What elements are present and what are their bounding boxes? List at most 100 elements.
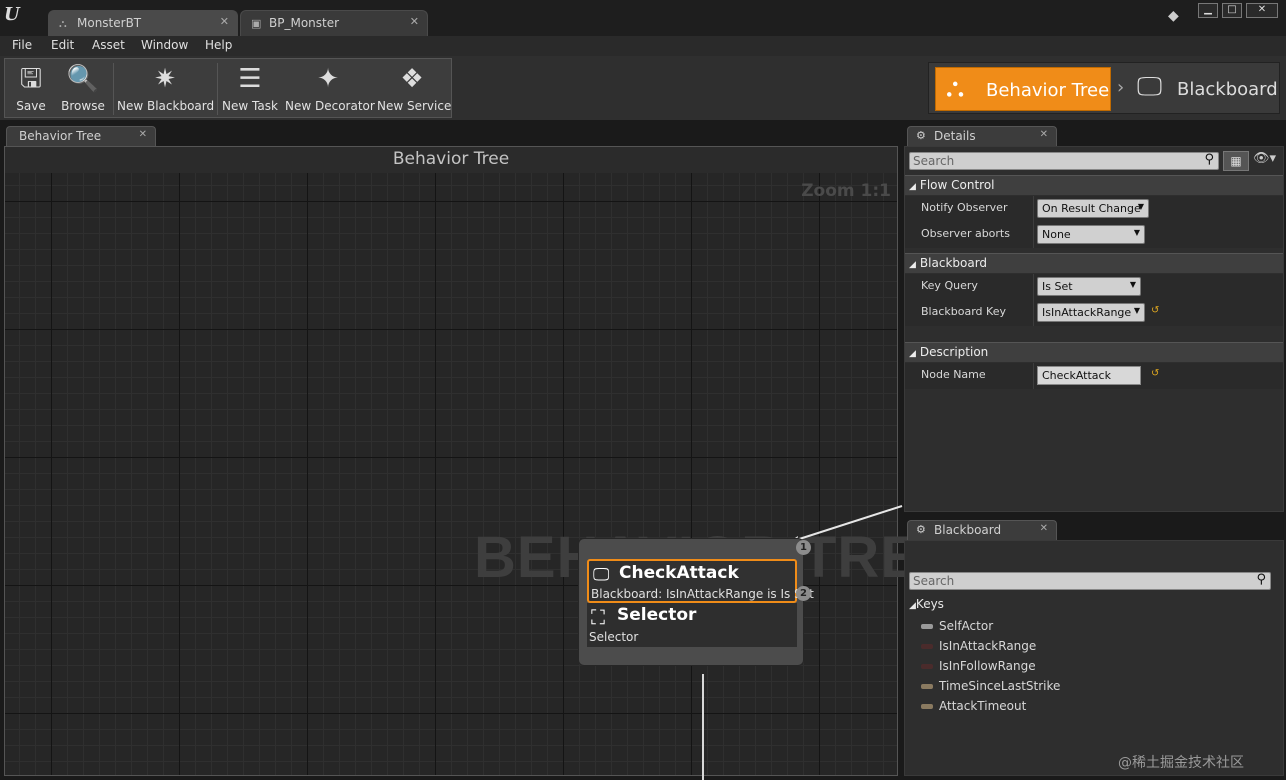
tab-blackboard[interactable]: ⚙ Blackboard ✕ [907, 520, 1057, 540]
graph-title: Behavior Tree [5, 147, 897, 173]
key-name: TimeSinceLastStrike [939, 679, 1061, 693]
close-icon[interactable]: ✕ [1040, 523, 1048, 534]
dropdown-value: On Result Change [1042, 202, 1141, 215]
dropdown-arrow-icon: ▼ [1133, 306, 1140, 315]
menu-window[interactable]: Window [141, 38, 188, 52]
key-name: IsInAttackRange [939, 639, 1037, 653]
property-label: Blackboard Key [921, 305, 1006, 318]
mode-behavior-tree-button[interactable]: ⛬ Behavior Tree [935, 67, 1111, 111]
behavior-tree-icon: ⛬ [946, 73, 965, 103]
close-window-button[interactable]: ✕ [1246, 3, 1278, 18]
property-divider [1033, 222, 1034, 248]
maximize-button[interactable]: □ [1222, 3, 1242, 18]
tab-details[interactable]: ⚙ Details ✕ [907, 126, 1057, 146]
node-name-input[interactable]: CheckAttack [1037, 366, 1141, 385]
property-label: Observer aborts [921, 227, 1010, 240]
search-icon: ⚲ [1256, 572, 1266, 587]
save-button[interactable]: 🖫 Save [9, 59, 53, 117]
property-label: Node Name [921, 368, 986, 381]
menu-bar: File Edit Asset Window Help [0, 36, 1286, 56]
notify-observer-dropdown[interactable]: On Result Change ▼ [1037, 199, 1149, 218]
menu-help[interactable]: Help [205, 38, 232, 52]
blackboard-key-item[interactable]: AttackTimeout [921, 699, 1026, 713]
document-tab-monsterbt[interactable]: ⛬ MonsterBT ✕ [48, 10, 238, 36]
details-search-input[interactable]: Search ⚲ [909, 152, 1219, 170]
magnifier-icon: 🔍 [66, 64, 100, 94]
decorator-monitor-icon: 🖵 [593, 565, 610, 585]
menu-asset[interactable]: Asset [92, 38, 125, 52]
category-blackboard[interactable]: ◢ Blackboard [905, 253, 1283, 273]
property-divider [1033, 300, 1034, 326]
category-flow-control[interactable]: ◢ Flow Control [905, 175, 1283, 195]
mode-blackboard-button[interactable]: 🖵 Blackboard [1133, 67, 1278, 111]
new-decorator-icon: ✦ [317, 64, 339, 94]
bool-key-icon [921, 644, 933, 649]
blackboard-key-dropdown[interactable]: IsInAttackRange ▼ [1037, 303, 1145, 322]
category-description[interactable]: ◢ Description [905, 342, 1283, 362]
tab-behavior-tree-graph[interactable]: Behavior Tree ✕ [6, 126, 156, 146]
new-service-icon: ❖ [400, 64, 424, 94]
blackboard-search-input[interactable]: Search ⚲ [909, 572, 1271, 590]
close-icon[interactable]: ✕ [139, 129, 147, 140]
new-decorator-button[interactable]: ✦ New Decorator [285, 59, 375, 117]
menu-file[interactable]: File [12, 38, 32, 52]
reset-to-default-icon[interactable]: ↺ [1151, 305, 1159, 316]
graph-canvas[interactable]: Zoom 1:1 [5, 173, 897, 775]
blackboard-key-item[interactable]: SelfActor [921, 619, 993, 633]
decorator-title: CheckAttack [619, 563, 739, 583]
composite-description: Selector [589, 630, 639, 644]
visibility-eye-icon[interactable]: 👁▾ [1253, 151, 1276, 166]
tab-label: BP_Monster [269, 16, 340, 30]
menu-edit[interactable]: Edit [51, 38, 74, 52]
property-label: Key Query [921, 279, 978, 292]
key-name: IsInFollowRange [939, 659, 1036, 673]
dropdown-value: IsInAttackRange [1042, 306, 1132, 319]
property-divider [1033, 363, 1034, 389]
graph-editor: Behavior Tree Zoom 1:1 [4, 146, 898, 776]
blackboard-key-item[interactable]: IsInAttackRange [921, 639, 1036, 653]
tab-label: Blackboard [934, 523, 1002, 537]
title-bar: U ⛬ MonsterBT ✕ ▣ BP_Monster ✕ ◆ ▁ □ ✕ [0, 0, 1286, 36]
execution-index-badge: 1 [796, 540, 811, 555]
tab-label: MonsterBT [77, 16, 142, 30]
document-tab-bp-monster[interactable]: ▣ BP_Monster ✕ [240, 10, 428, 36]
key-name: AttackTimeout [939, 699, 1027, 713]
chevron-right-icon: › [1117, 77, 1125, 98]
property-row-key-query: Key Query Is Set ▼ [905, 274, 1283, 300]
browse-button[interactable]: 🔍 Browse [59, 59, 107, 117]
property-divider [1033, 196, 1034, 222]
minimize-button[interactable]: ▁ [1198, 3, 1218, 18]
new-service-button[interactable]: ❖ New Service [377, 59, 451, 117]
decorator-check-attack[interactable]: 🖵 CheckAttack Blackboard: IsInAttackRang… [587, 559, 814, 603]
new-task-icon: ☰ [238, 64, 262, 94]
toolbar-separator [217, 63, 218, 115]
dropdown-arrow-icon: ▼ [1137, 202, 1144, 211]
property-matrix-button[interactable]: ▦ [1223, 151, 1249, 171]
close-icon[interactable]: ✕ [1040, 129, 1048, 140]
keys-category[interactable]: ◢Keys [909, 597, 944, 611]
reset-to-default-icon[interactable]: ↺ [1151, 368, 1159, 379]
observer-aborts-dropdown[interactable]: None ▼ [1037, 225, 1145, 244]
blackboard-key-item[interactable]: IsInFollowRange [921, 659, 1036, 673]
bt-node-selector[interactable]: 🖵 CheckAttack Blackboard: IsInAttackRang… [578, 538, 814, 666]
search-placeholder: Search [913, 574, 955, 588]
close-icon[interactable]: ✕ [220, 15, 229, 28]
new-task-button[interactable]: ☰ New Task [221, 59, 279, 117]
collapse-arrow-icon: ◢ [909, 349, 916, 359]
tab-label: Details [934, 129, 976, 143]
blackboard-panel: Search ⚲ ◢Keys SelfActor IsInAttackRange… [904, 540, 1284, 776]
save-icon: 🖫 [19, 64, 43, 94]
property-row-notify-observer: Notify Observer On Result Change ▼ [905, 196, 1283, 222]
learn-cap-icon[interactable]: ◆ [1168, 8, 1179, 24]
toolbar: 🖫 Save 🔍 Browse ✷ New Blackboard ☰ New T… [4, 58, 452, 118]
unreal-logo-icon: U [4, 4, 20, 25]
details-panel: Search ⚲ ▦ 👁▾ ◢ Flow Control Notify Obser… [904, 146, 1284, 512]
category-title: Flow Control [919, 178, 995, 192]
key-name: SelfActor [939, 619, 994, 633]
property-row-blackboard-key: Blackboard Key IsInAttackRange ▼ ↺ [905, 300, 1283, 326]
composite-selector[interactable]: ⛶ Selector Selector [587, 603, 797, 647]
close-icon[interactable]: ✕ [410, 15, 419, 28]
new-blackboard-button[interactable]: ✷ New Blackboard [117, 59, 214, 117]
key-query-dropdown[interactable]: Is Set ▼ [1037, 277, 1141, 296]
blackboard-key-item[interactable]: TimeSinceLastStrike [921, 679, 1060, 693]
